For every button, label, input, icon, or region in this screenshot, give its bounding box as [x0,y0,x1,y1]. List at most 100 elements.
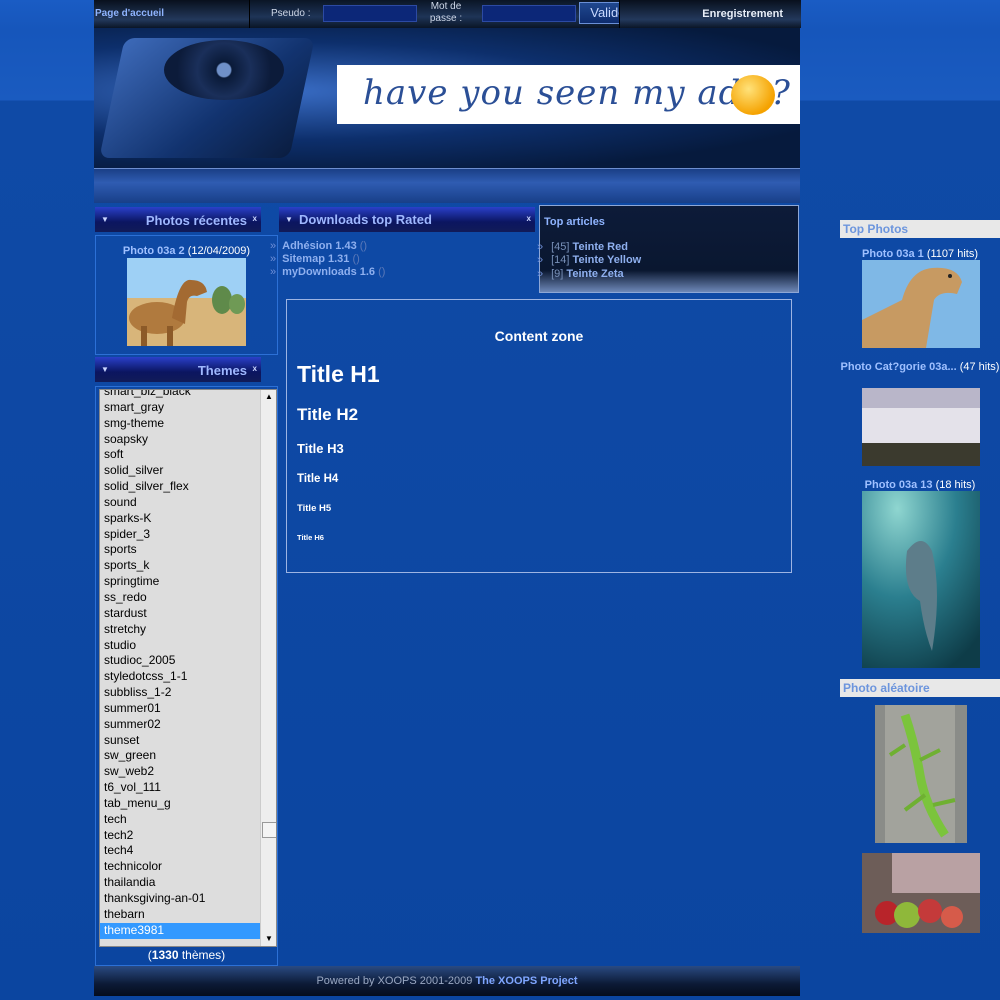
top-articles-title: Top articles [544,216,605,228]
download-item-label[interactable]: myDownloads 1.6 [282,266,375,278]
turntable-platter [164,40,284,100]
top-photo-link[interactable]: Photo 03a 1 [862,248,924,260]
close-icon[interactable]: x [527,214,531,223]
scroll-up-icon[interactable]: ▲ [261,390,276,404]
close-icon[interactable]: x [253,214,257,223]
birds-photo[interactable] [862,388,980,466]
random-photo-header: Photo aléatoire [840,679,1000,697]
article-item[interactable]: » [9] Teinte Zeta [537,268,624,280]
theme-option[interactable]: solid_silver_flex [100,479,260,495]
theme-option[interactable]: smart_biz_black [100,390,260,400]
collapse-icon[interactable]: ▼ [101,215,109,224]
article-link[interactable]: Teinte Red [573,241,628,253]
recent-photos-title: Photos récentes [145,213,247,228]
collapse-icon[interactable]: ▼ [101,365,109,374]
recent-photo-link[interactable]: Photo 03a 2 [123,245,185,257]
camel-photo[interactable] [862,260,980,348]
theme-option[interactable]: summer02 [100,717,260,733]
theme-option[interactable]: stardust [100,606,260,622]
top-photo-caption: Photo Cat?gorie 03a... (47 hits) [840,360,1000,374]
theme-option[interactable]: thebarn [100,907,260,923]
bullet-icon: » [270,266,277,278]
downloads-title: Downloads top Rated [299,212,432,227]
scroll-down-icon[interactable]: ▼ [261,932,276,946]
downloads-header[interactable]: ▼ Downloads top Rated x [279,207,535,232]
recent-photos-header[interactable]: ▼ Photos récentes x [95,207,261,232]
lizard-photo[interactable] [875,705,967,843]
theme-option[interactable]: tech [100,812,260,828]
home-link[interactable]: Page d'accueil [94,0,250,28]
theme-option[interactable]: spider_3 [100,527,260,543]
theme-option[interactable]: t6_vol_111 [100,780,260,796]
theme-option[interactable]: sound [100,495,260,511]
heading-h2: Title H2 [297,405,359,424]
top-photo-link[interactable]: Photo 03a 13 [865,479,933,491]
theme-option[interactable]: ss_redo [100,590,260,606]
theme-option[interactable]: sw_web2 [100,764,260,780]
download-item[interactable]: » myDownloads 1.6 () [270,266,385,278]
theme-option[interactable]: tech2 [100,828,260,844]
article-item[interactable]: » [14] Teinte Yellow [537,254,641,266]
download-item[interactable]: » Sitemap 1.31 () [270,253,360,265]
theme-option[interactable]: summer01 [100,701,260,717]
theme-list-scrollbar[interactable]: ▲ ▼ [260,390,276,946]
bullet-icon: » [537,241,544,253]
theme-select-list[interactable]: smart_biz_black smart_gray smg-theme soapsk… [99,389,277,947]
download-item[interactable]: » Adhésion 1.43 () [270,240,367,252]
register-link-label[interactable]: Enregistrement [702,8,783,20]
xoops-project-link[interactable]: The XOOPS Project [475,975,577,987]
top-photo-hits: (47 hits) [956,361,1000,373]
close-icon[interactable]: x [253,364,257,373]
dolphin-photo[interactable] [862,491,980,668]
footer-text: Powered by XOOPS 2001-2009 The XOOPS Pro… [94,975,800,987]
register-link[interactable]: Enregistrement [619,0,801,28]
scroll-thumb[interactable] [262,822,276,838]
theme-option[interactable]: studio [100,638,260,654]
theme-option[interactable]: tab_menu_g [100,796,260,812]
theme-option[interactable]: sports [100,542,260,558]
theme-option[interactable]: sports_k [100,558,260,574]
password-input[interactable] [482,5,576,22]
theme-option[interactable]: sunset [100,733,260,749]
article-link[interactable]: Teinte Zeta [566,268,623,280]
article-count: [14] [551,254,570,266]
pseudo-input[interactable] [323,5,417,22]
top-photo-link[interactable]: Photo Cat?gorie 03a... [841,361,957,373]
article-item[interactable]: » [45] Teinte Red [537,241,628,253]
collapse-icon[interactable]: ▼ [285,215,293,224]
theme-option[interactable]: theme3981 [100,922,260,939]
article-link[interactable]: Teinte Yellow [573,254,642,266]
download-item-label[interactable]: Adhésion 1.43 [282,240,357,252]
themes-block: smart_biz_black smart_gray smg-theme soapsk… [95,386,278,966]
download-item-label[interactable]: Sitemap 1.31 [282,253,349,265]
theme-option[interactable]: thanksgiving-an-01 [100,891,260,907]
theme-option[interactable]: studioc_2005 [100,653,260,669]
theme-option[interactable]: smg-theme [100,416,260,432]
recent-photos-block: Photo 03a 2 (12/04/2009) [95,235,278,355]
header-banner: have you seen my ads ? [94,28,800,168]
home-link-label[interactable]: Page d'accueil [95,8,164,19]
theme-option[interactable]: technicolor [100,859,260,875]
theme-option[interactable]: thailandia [100,875,260,891]
top-photo-caption: Photo 03a 1 (1107 hits) [840,247,1000,261]
recent-photo-date: (12/04/2009) [187,245,251,257]
themes-header[interactable]: ▼ Themes x [95,357,261,382]
ad-text: have you seen my ads ? [363,73,791,113]
theme-option[interactable]: sparks-K [100,511,260,527]
ad-banner[interactable]: have you seen my ads ? [337,65,800,124]
theme-option[interactable]: soapsky [100,432,260,448]
top-photo-hits: (1107 hits) [923,248,978,260]
theme-option[interactable]: solid_silver [100,463,260,479]
theme-option[interactable]: sw_green [100,748,260,764]
theme-option[interactable]: subbliss_1-2 [100,685,260,701]
smiley-icon [731,75,775,115]
theme-option[interactable]: styledotcss_1-1 [100,669,260,685]
theme-option[interactable]: soft [100,447,260,463]
theme-option[interactable]: tech4 [100,843,260,859]
fruit-photo[interactable] [862,853,980,933]
theme-option[interactable]: springtime [100,574,260,590]
theme-option[interactable]: smart_gray [100,400,260,416]
theme-option[interactable]: stretchy [100,622,260,638]
password-label: Mot de passe : [429,1,463,24]
camel-photo-thumbnail[interactable] [127,258,246,346]
